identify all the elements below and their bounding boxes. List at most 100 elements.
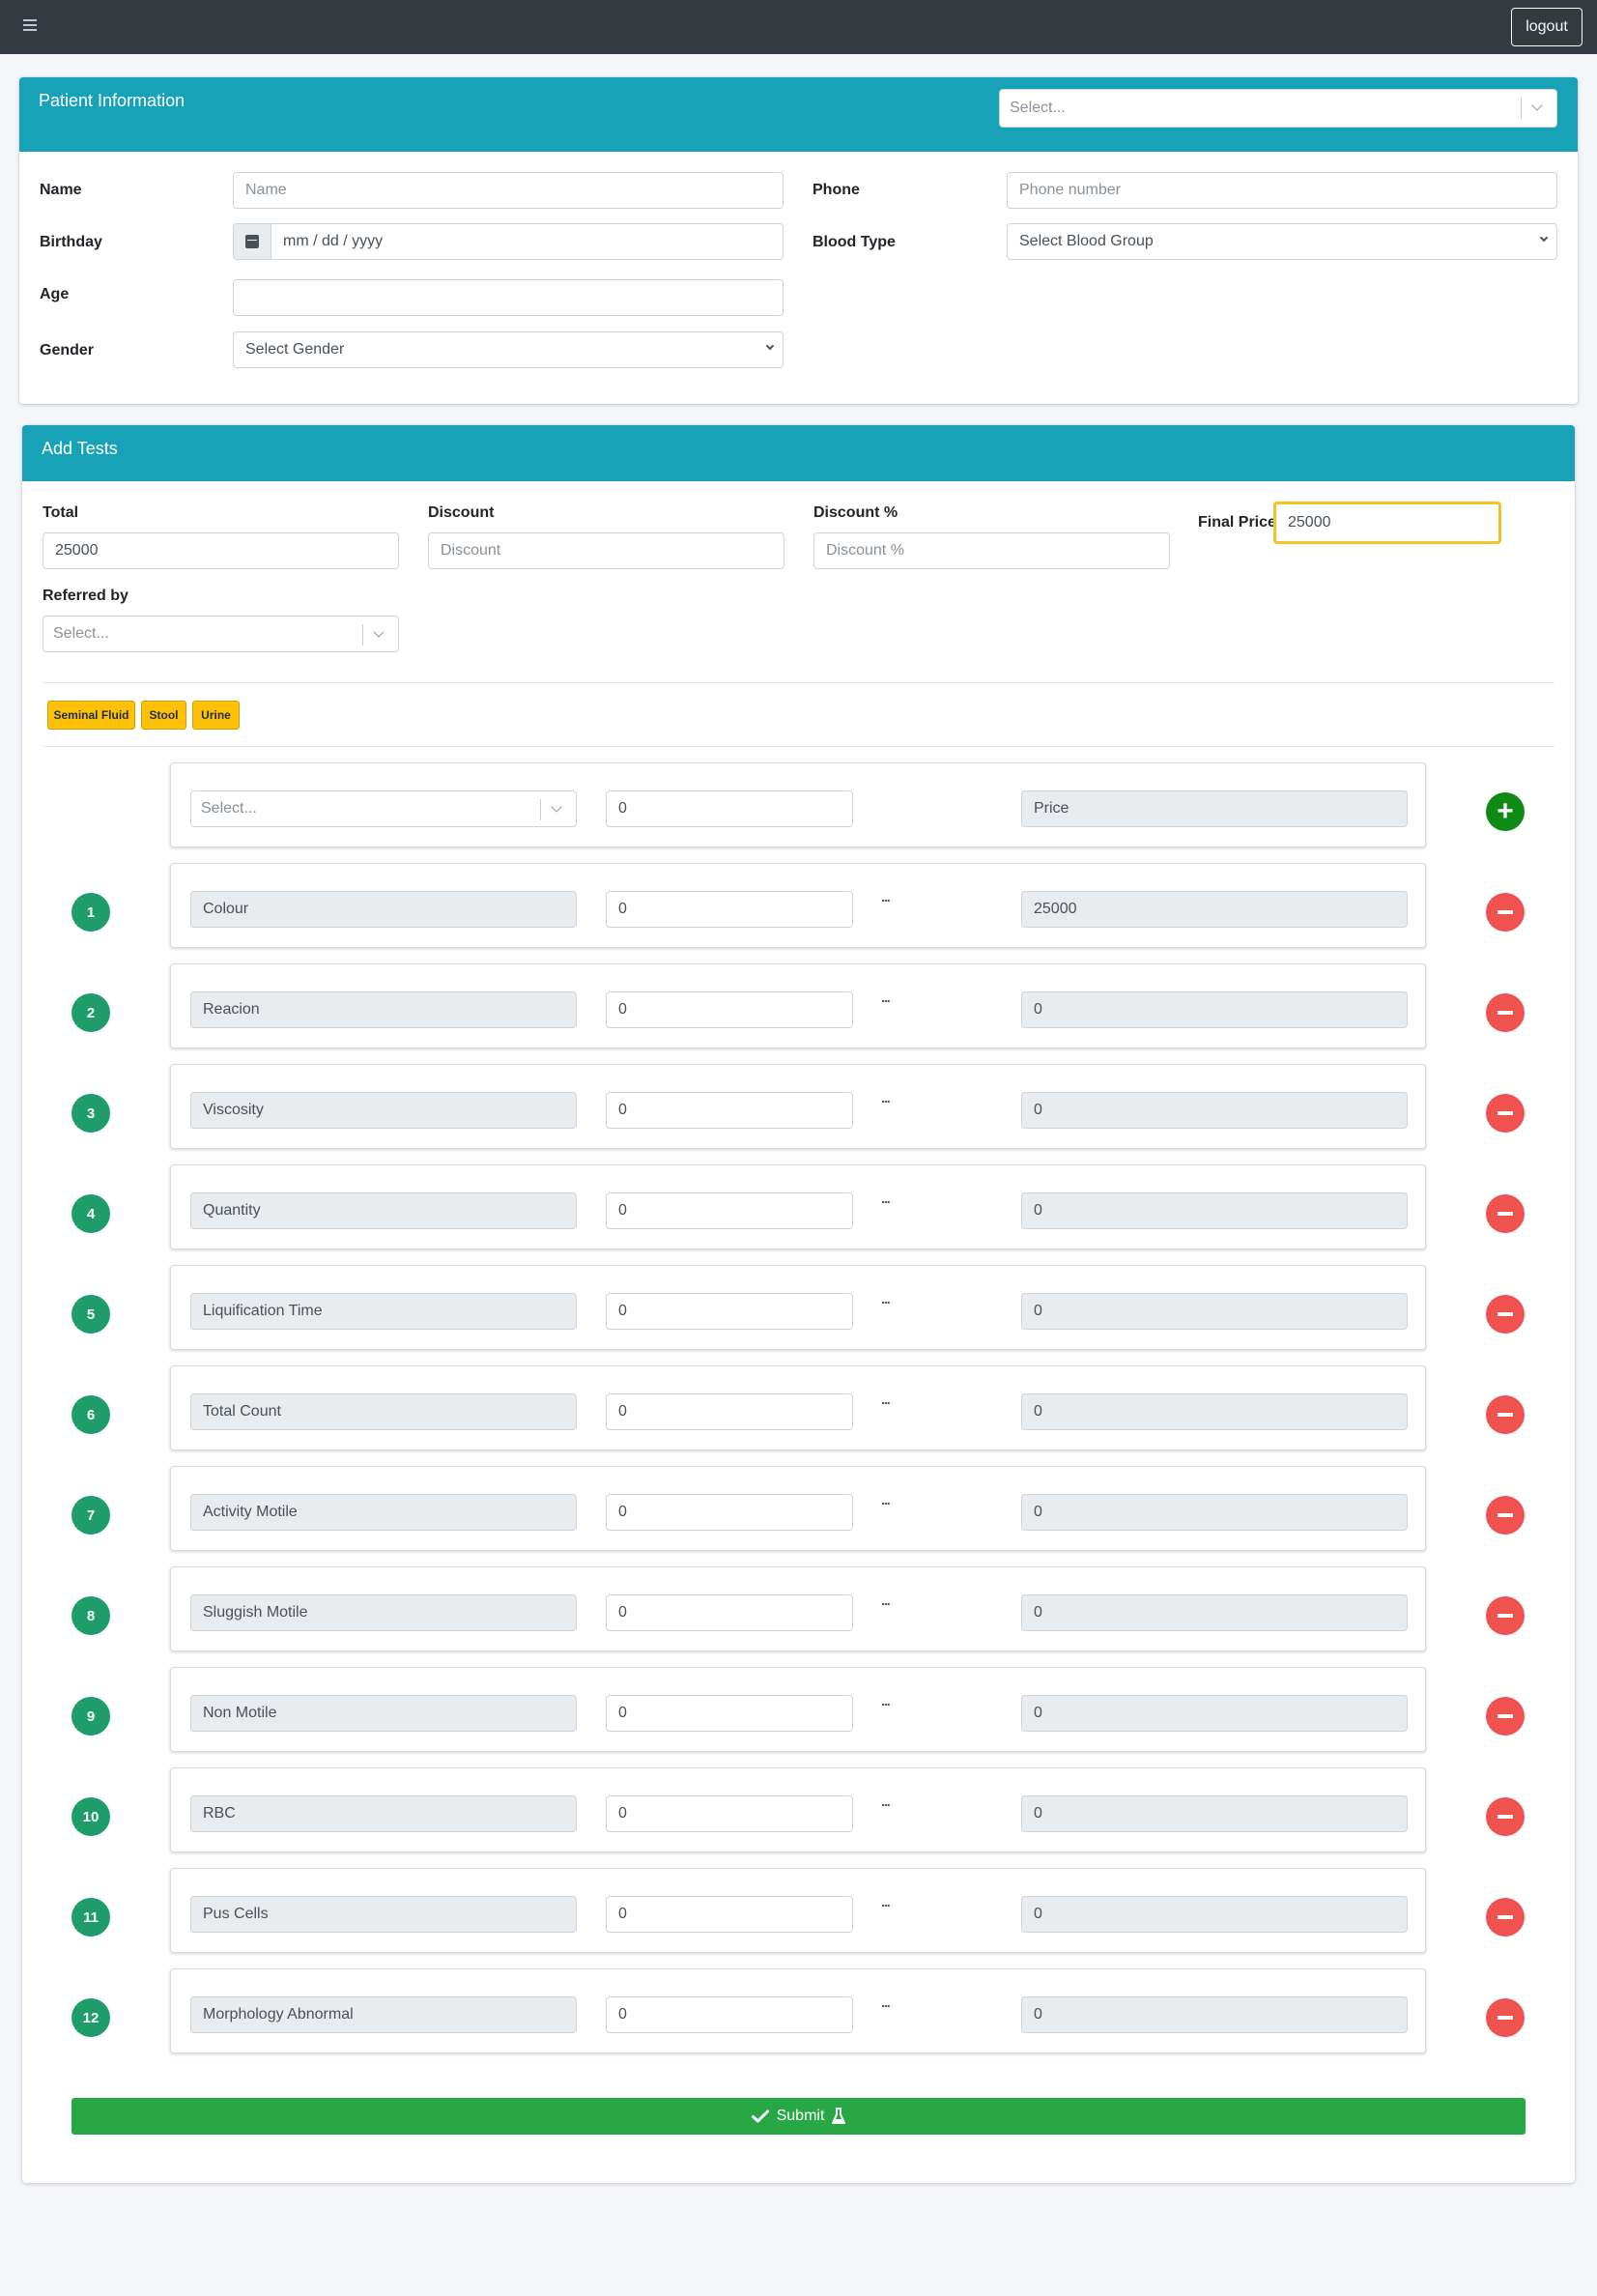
chevron-down-icon xyxy=(1539,233,1549,243)
test-quantity-input[interactable]: 0 xyxy=(606,1494,853,1531)
remove-test-button[interactable] xyxy=(1486,1194,1525,1233)
test-quantity-input[interactable]: 0 xyxy=(606,1293,853,1330)
patient-information-card: Patient Information Select... Name Name … xyxy=(19,77,1578,404)
remove-test-button[interactable] xyxy=(1486,1697,1525,1736)
test-row: Quantity 0... 0 xyxy=(170,1164,1426,1249)
test-name-field: Sluggish Motile xyxy=(190,1594,577,1631)
chevron-down-icon xyxy=(373,626,385,638)
chevron-down-icon xyxy=(551,801,562,813)
test-row: Liquification Time 0... 0 xyxy=(170,1265,1426,1350)
test-quantity-input[interactable]: 0 xyxy=(606,1896,853,1933)
flask-icon xyxy=(832,2108,846,2124)
category-tag-urine[interactable]: Urine xyxy=(192,701,240,730)
gender-select[interactable]: Select Gender xyxy=(233,331,784,368)
remove-test-button[interactable] xyxy=(1486,1395,1525,1434)
test-name-field: Quantity xyxy=(190,1192,577,1229)
test-price-field: 0 xyxy=(1021,1996,1408,2033)
age-label: Age xyxy=(40,286,70,302)
test-name-field: Liquification Time xyxy=(190,1293,577,1330)
blood-type-select[interactable]: Select Blood Group xyxy=(1007,223,1557,260)
test-quantity-input[interactable]: 0 xyxy=(606,1092,853,1129)
phone-input[interactable]: Phone number xyxy=(1007,172,1557,209)
discount-input[interactable]: Discount xyxy=(428,532,784,569)
remove-test-button[interactable] xyxy=(1486,1295,1525,1334)
test-quantity-input[interactable]: 0 xyxy=(606,891,853,928)
remove-test-button[interactable] xyxy=(1486,1094,1525,1133)
test-name-field: Non Motile xyxy=(190,1695,577,1732)
test-quantity-input[interactable]: 0 xyxy=(606,1996,853,2033)
test-select[interactable]: Select... xyxy=(190,790,577,827)
referred-by-select[interactable]: Select... xyxy=(43,616,399,652)
discount-percent-input[interactable]: Discount % xyxy=(813,532,1170,569)
chevron-down-icon xyxy=(1531,100,1543,111)
test-price-field: 0 xyxy=(1021,991,1408,1028)
test-quantity-input[interactable]: 0 xyxy=(606,991,853,1028)
logout-button[interactable]: logout xyxy=(1511,8,1583,46)
new-test-price-input[interactable]: Price xyxy=(1021,790,1408,827)
check-icon xyxy=(751,2109,769,2123)
new-test-quantity-input[interactable]: 0 xyxy=(606,790,853,827)
top-navbar: logout xyxy=(0,0,1597,54)
test-quantity-input[interactable]: 0 xyxy=(606,1393,853,1430)
remove-test-button[interactable] xyxy=(1486,1496,1525,1535)
row-dots: ... xyxy=(881,1392,891,1407)
row-number-badge: 6 xyxy=(71,1395,110,1434)
final-price-input[interactable]: 25000 xyxy=(1273,502,1501,544)
minus-icon xyxy=(1497,1111,1513,1115)
hamburger-icon[interactable] xyxy=(23,19,37,33)
birthday-input[interactable]: mm / dd / yyyy xyxy=(271,223,784,260)
test-name-field: Total Count xyxy=(190,1393,577,1430)
test-row: Sluggish Motile 0... 0 xyxy=(170,1566,1426,1651)
name-input[interactable]: Name xyxy=(233,172,784,209)
row-number-badge: 8 xyxy=(71,1596,110,1635)
remove-test-button[interactable] xyxy=(1486,1596,1525,1635)
minus-icon xyxy=(1497,1714,1513,1718)
remove-test-button[interactable] xyxy=(1486,1797,1525,1836)
patient-search-select[interactable]: Select... xyxy=(999,89,1557,128)
minus-icon xyxy=(1497,1513,1513,1517)
remove-test-button[interactable] xyxy=(1486,893,1525,932)
remove-test-button[interactable] xyxy=(1486,1998,1525,2037)
category-tag-stool[interactable]: Stool xyxy=(141,701,186,730)
test-name-field: Pus Cells xyxy=(190,1896,577,1933)
row-number-badge: 12 xyxy=(71,1998,110,2037)
row-number-badge: 1 xyxy=(71,893,110,932)
test-quantity-input[interactable]: 0 xyxy=(606,1695,853,1732)
category-tag-seminal-fluid[interactable]: Seminal Fluid xyxy=(47,701,135,730)
row-number-badge: 10 xyxy=(71,1797,110,1836)
row-dots: ... xyxy=(881,1291,891,1306)
test-row: Morphology Abnormal 0... 0 xyxy=(170,1968,1426,2053)
test-quantity-input[interactable]: 0 xyxy=(606,1192,853,1229)
minus-icon xyxy=(1497,1413,1513,1417)
row-dots: ... xyxy=(881,1693,891,1708)
total-input[interactable]: 25000 xyxy=(43,532,399,569)
add-test-button[interactable]: + xyxy=(1486,792,1525,831)
select-separator xyxy=(362,624,363,646)
test-row: RBC 0... 0 xyxy=(170,1767,1426,1852)
test-name-field: Activity Motile xyxy=(190,1494,577,1531)
phone-label: Phone xyxy=(813,182,860,198)
minus-icon xyxy=(1497,1011,1513,1015)
age-input[interactable] xyxy=(233,279,784,316)
row-number-badge: 4 xyxy=(71,1194,110,1233)
row-dots: ... xyxy=(881,1894,891,1909)
submit-button[interactable]: Submit xyxy=(71,2098,1526,2135)
row-number-badge: 5 xyxy=(71,1295,110,1334)
chevron-down-icon xyxy=(765,341,775,351)
remove-test-button[interactable] xyxy=(1486,993,1525,1032)
calendar-icon xyxy=(245,235,259,248)
row-dots: ... xyxy=(881,1995,891,2010)
remove-test-button[interactable] xyxy=(1486,1898,1525,1937)
test-row: Non Motile 0... 0 xyxy=(170,1667,1426,1752)
row-dots: ... xyxy=(881,990,891,1005)
row-dots: ... xyxy=(881,1090,891,1105)
calendar-addon[interactable] xyxy=(233,223,271,260)
discount-percent-label: Discount % xyxy=(813,504,898,521)
test-quantity-input[interactable]: 0 xyxy=(606,1795,853,1832)
test-name-field: Viscosity xyxy=(190,1092,577,1129)
row-number-badge: 2 xyxy=(71,993,110,1032)
test-price-field: 0 xyxy=(1021,1092,1408,1129)
test-quantity-input[interactable]: 0 xyxy=(606,1594,853,1631)
test-row: Reacion 0... 0 xyxy=(170,963,1426,1048)
test-name-field: Colour xyxy=(190,891,577,928)
